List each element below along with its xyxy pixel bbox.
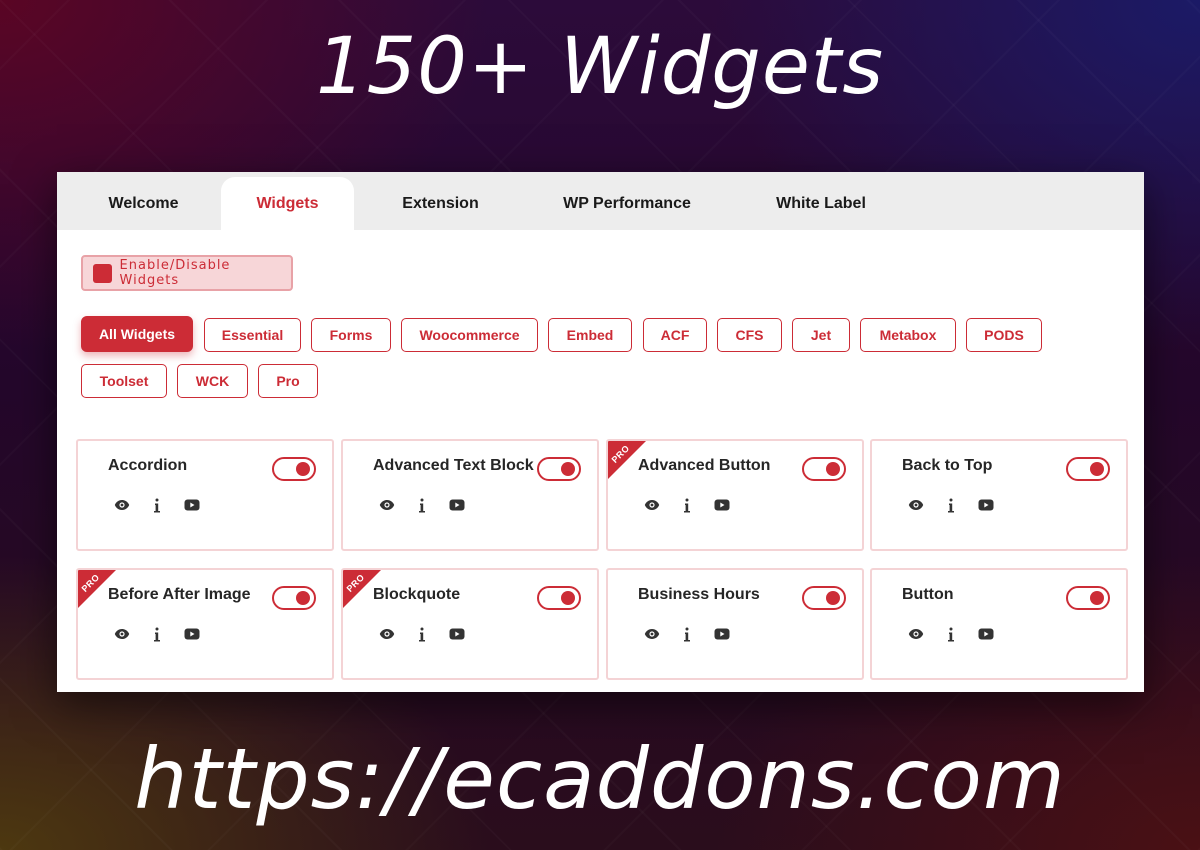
eye-icon[interactable] (112, 626, 132, 642)
widget-toggle[interactable] (537, 457, 581, 481)
filter-essential[interactable]: Essential (204, 318, 301, 352)
widget-name: Advanced Text Block (373, 457, 534, 474)
widget-card-before-after-image: PRO Before After Image (76, 568, 334, 680)
youtube-icon[interactable] (182, 626, 202, 642)
info-icon[interactable] (677, 497, 697, 513)
widget-card-advanced-text-block: Advanced Text Block (341, 439, 599, 551)
filter-cfs[interactable]: CFS (717, 318, 782, 352)
youtube-icon[interactable] (447, 626, 467, 642)
widget-toggle[interactable] (272, 586, 316, 610)
tab-white-label[interactable]: White Label (727, 177, 915, 230)
info-icon[interactable] (677, 626, 697, 642)
filter-embed[interactable]: Embed (548, 318, 632, 352)
filter-wck[interactable]: WCK (177, 364, 248, 398)
youtube-icon[interactable] (447, 497, 467, 513)
widget-name: Back to Top (902, 457, 993, 474)
filter-forms[interactable]: Forms (311, 318, 391, 352)
youtube-icon[interactable] (976, 497, 996, 513)
filter-metabox[interactable]: Metabox (860, 318, 956, 352)
info-icon[interactable] (941, 497, 961, 513)
eye-icon[interactable] (906, 626, 926, 642)
widget-name: Advanced Button (638, 457, 771, 474)
widget-card-accordion: Accordion (76, 439, 334, 551)
toggle-knob (1090, 462, 1104, 476)
info-icon[interactable] (147, 497, 167, 513)
hero-url: https://ecaddons.com (134, 730, 1066, 828)
filter-woocommerce[interactable]: Woocommerce (401, 318, 538, 352)
admin-panel: Welcome Widgets Extension WP Performance… (57, 172, 1144, 692)
youtube-icon[interactable] (182, 497, 202, 513)
eye-icon[interactable] (377, 497, 397, 513)
widget-card-business-hours: Business Hours (606, 568, 864, 680)
hero-title: 150+ Widgets (315, 22, 885, 112)
enable-disable-widgets-button[interactable]: Enable/Disable Widgets (81, 255, 293, 291)
filter-pods[interactable]: PODS (966, 318, 1042, 352)
toggle-knob (826, 591, 840, 605)
toggle-knob (296, 462, 310, 476)
eye-icon[interactable] (377, 626, 397, 642)
youtube-icon[interactable] (712, 497, 732, 513)
widget-toggle[interactable] (802, 586, 846, 610)
widget-card-blockquote: PRO Blockquote (341, 568, 599, 680)
toggle-knob (296, 591, 310, 605)
widget-name: Business Hours (638, 586, 760, 603)
enable-disable-label: Enable/Disable Widgets (119, 258, 231, 288)
filter-all-widgets[interactable]: All Widgets (81, 316, 193, 352)
widget-toggle[interactable] (272, 457, 316, 481)
toggle-knob (1090, 591, 1104, 605)
eye-icon[interactable] (906, 497, 926, 513)
checkbox-square-icon (93, 263, 112, 283)
tab-extension[interactable]: Extension (354, 177, 527, 230)
widget-card-button: Button (870, 568, 1128, 680)
widget-card-advanced-button: PRO Advanced Button (606, 439, 864, 551)
tab-widgets[interactable]: Widgets (221, 177, 354, 230)
widget-toggle[interactable] (1066, 457, 1110, 481)
tab-wp-performance[interactable]: WP Performance (527, 177, 727, 230)
widget-name: Button (902, 586, 954, 603)
widget-name: Blockquote (373, 586, 461, 603)
filter-jet[interactable]: Jet (792, 318, 850, 352)
youtube-icon[interactable] (976, 626, 996, 642)
widget-toggle[interactable] (1066, 586, 1110, 610)
widget-card-back-to-top: Back to Top (870, 439, 1128, 551)
widget-name: Before After Image (108, 586, 251, 603)
toggle-knob (826, 462, 840, 476)
toggle-knob (561, 591, 575, 605)
eye-icon[interactable] (112, 497, 132, 513)
widget-toggle[interactable] (537, 586, 581, 610)
eye-icon[interactable] (642, 497, 662, 513)
youtube-icon[interactable] (712, 626, 732, 642)
tab-bar: Welcome Widgets Extension WP Performance… (57, 172, 1144, 230)
widget-toggle[interactable] (802, 457, 846, 481)
filter-acf[interactable]: ACF (643, 318, 707, 352)
info-icon[interactable] (412, 497, 432, 513)
widget-name: Accordion (108, 457, 188, 474)
filter-toolset[interactable]: Toolset (81, 364, 167, 398)
filter-pro[interactable]: Pro (258, 364, 318, 398)
tab-welcome[interactable]: Welcome (66, 177, 221, 230)
toggle-knob (561, 462, 575, 476)
widgets-content: Enable/Disable Widgets All Widgets Essen… (66, 230, 1144, 692)
eye-icon[interactable] (642, 626, 662, 642)
info-icon[interactable] (147, 626, 167, 642)
info-icon[interactable] (941, 626, 961, 642)
info-icon[interactable] (412, 626, 432, 642)
